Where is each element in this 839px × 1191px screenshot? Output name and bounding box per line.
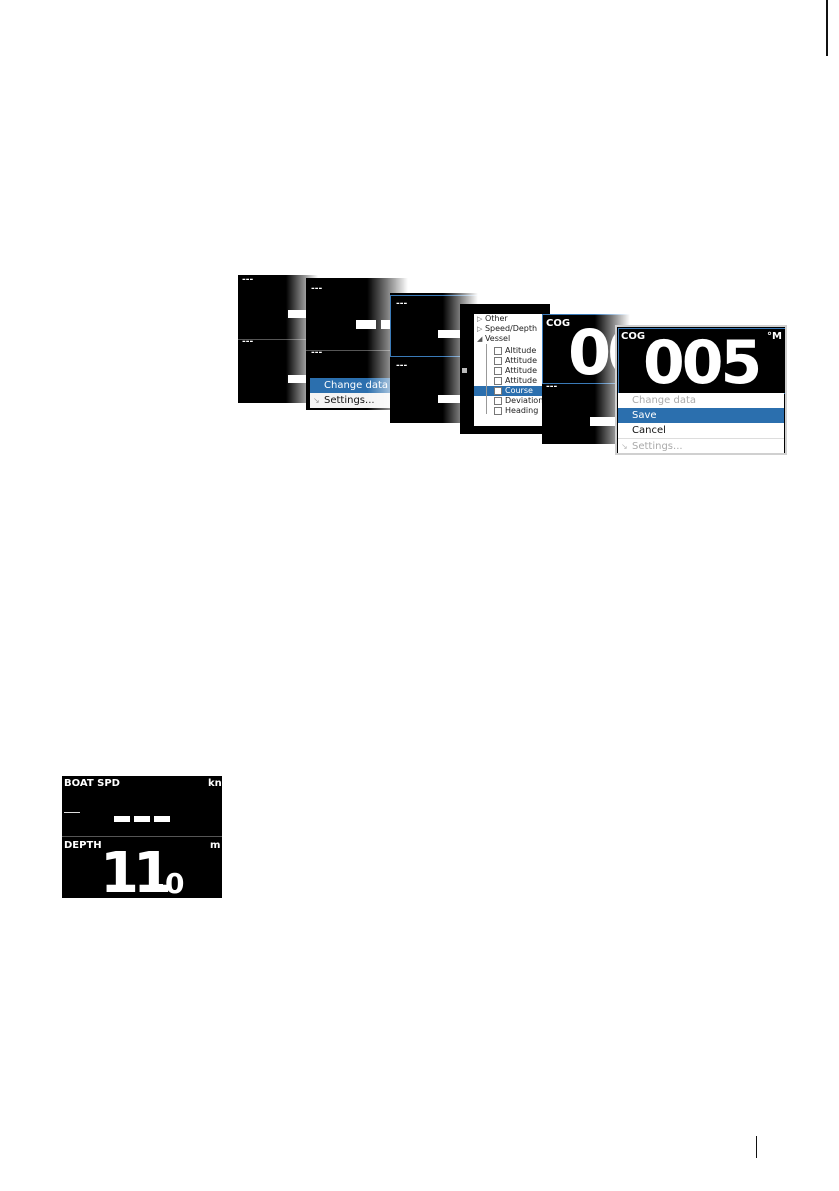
top-margin-rule — [826, 0, 828, 56]
top-field-label: --- — [311, 284, 323, 294]
checkbox[interactable] — [494, 386, 502, 395]
tree-row-label: Other — [484, 314, 508, 323]
expand-icon: ▷ — [477, 325, 483, 333]
depth-label: DEPTH — [64, 840, 102, 851]
tree-guide-line — [486, 344, 487, 414]
bottom-field-label: --- — [242, 337, 254, 347]
bottom-field-label: --- — [396, 361, 408, 371]
depth-unit: m — [210, 840, 221, 851]
top-field-label: --- — [242, 275, 254, 285]
menu-item-change-data[interactable]: Change data — [618, 393, 784, 408]
tree-row-label: Attitude — [505, 366, 538, 375]
field-label: COG — [546, 318, 571, 329]
tree-row-label: Attitude — [505, 356, 538, 365]
tree-row-label: Course — [505, 386, 533, 395]
field-unit: °M — [767, 331, 782, 342]
boat-speed-label: BOAT SPD — [64, 778, 120, 789]
tree-row-vessel[interactable]: ◢ Vessel — [474, 334, 550, 344]
data-source-tree: ▷ Other ▷ Speed/Depth ◢ Vessel Altitude … — [474, 314, 550, 426]
edge-marker — [462, 368, 467, 373]
expand-icon: ▷ — [477, 315, 483, 323]
checkbox[interactable] — [494, 406, 502, 415]
tree-row-label: Attitude — [505, 376, 538, 385]
bottom-value-box — [438, 395, 462, 403]
checkbox[interactable] — [494, 346, 502, 355]
tree-row-label: Vessel — [484, 334, 511, 343]
top-value-box — [438, 330, 462, 338]
menu-item-settings-label: Settings... — [632, 441, 683, 452]
checkbox[interactable] — [494, 396, 502, 405]
depth-value-decimal-point — [158, 884, 163, 889]
divider — [62, 836, 222, 837]
depth-value-decimal: 0 — [165, 867, 185, 898]
tree-row-label: Heading — [505, 406, 539, 415]
top-value-box-1 — [356, 320, 376, 329]
instrument-panel: BOAT SPD kn DEPTH m 11 0 — [62, 776, 222, 898]
checkbox[interactable] — [494, 366, 502, 375]
sequence-screen-6: COG °M 005 Change data Save Cancel ↘ Set… — [615, 325, 787, 455]
menu-item-cancel[interactable]: Cancel — [618, 423, 784, 438]
checkbox[interactable] — [494, 356, 502, 365]
collapse-icon: ◢ — [477, 335, 483, 343]
bottom-field-label: --- — [546, 382, 558, 392]
edit-menu: Change data Save Cancel ↘ Settings... — [618, 393, 784, 453]
menu-item-settings[interactable]: ↘ Settings... — [618, 438, 784, 453]
checkbox[interactable] — [494, 376, 502, 385]
menu-item-save[interactable]: Save — [618, 408, 784, 423]
tree-row-label: Speed/Depth — [484, 324, 538, 333]
boat-speed-unit: kn — [208, 778, 222, 789]
no-data-dash-1 — [114, 816, 130, 822]
bottom-margin-rule — [756, 1136, 757, 1158]
menu-item-settings-label: Settings... — [324, 395, 375, 406]
field-label: COG — [621, 331, 646, 342]
tree-row-other[interactable]: ▷ Other — [474, 314, 550, 324]
sequence-screen-4: ▷ Other ▷ Speed/Depth ◢ Vessel Altitude … — [460, 304, 550, 434]
field-value: 005 — [643, 328, 762, 398]
settings-icon: ↘ — [313, 396, 320, 405]
bottom-field-label: --- — [311, 348, 323, 358]
settings-icon: ↘ — [621, 442, 628, 451]
tree-row-label: Deviation — [505, 396, 544, 405]
no-data-dash-3 — [154, 816, 170, 822]
tree-row-label: Altitude — [505, 346, 537, 355]
top-field-label: --- — [396, 299, 408, 309]
no-data-dash-2 — [134, 816, 150, 822]
bottom-value-box — [590, 417, 616, 426]
trend-line — [64, 812, 80, 813]
depth-value-integer: 11 — [100, 841, 172, 899]
tree-row-speed-depth[interactable]: ▷ Speed/Depth — [474, 324, 550, 334]
